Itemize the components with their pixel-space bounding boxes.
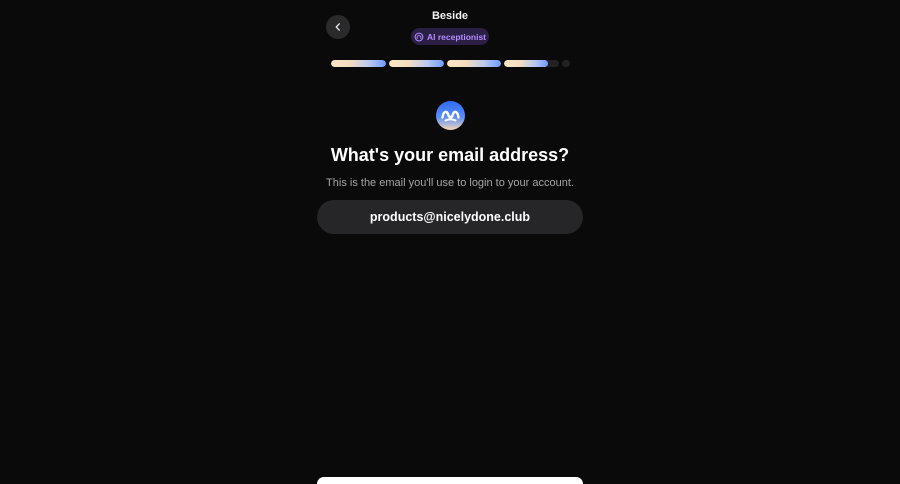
progress-step bbox=[388, 60, 444, 67]
progress-step-fill bbox=[388, 60, 444, 67]
progress-step bbox=[446, 60, 502, 67]
progress-step-fill bbox=[446, 60, 502, 67]
page-title: What's your email address? bbox=[330, 145, 570, 165]
ai-receptionist-badge: AI receptionist bbox=[411, 28, 489, 45]
continue-button[interactable] bbox=[317, 477, 583, 484]
progress-step bbox=[562, 60, 570, 67]
beside-logo-icon bbox=[436, 101, 465, 130]
app-title: Beside bbox=[431, 10, 469, 22]
email-field[interactable] bbox=[317, 200, 583, 234]
headset-icon bbox=[414, 32, 424, 41]
progress-step bbox=[331, 60, 386, 67]
badge-label: AI receptionist bbox=[426, 31, 487, 42]
chevron-left-icon bbox=[335, 23, 340, 31]
progress-step-fill bbox=[504, 60, 549, 67]
page-subtitle: This is the email you'll use to login to… bbox=[326, 177, 574, 189]
onboarding-email-page: Beside AI receptionist What's your email… bbox=[0, 0, 900, 484]
progress-step bbox=[504, 60, 560, 67]
progress-bar bbox=[331, 60, 570, 67]
progress-step-fill bbox=[331, 60, 386, 67]
